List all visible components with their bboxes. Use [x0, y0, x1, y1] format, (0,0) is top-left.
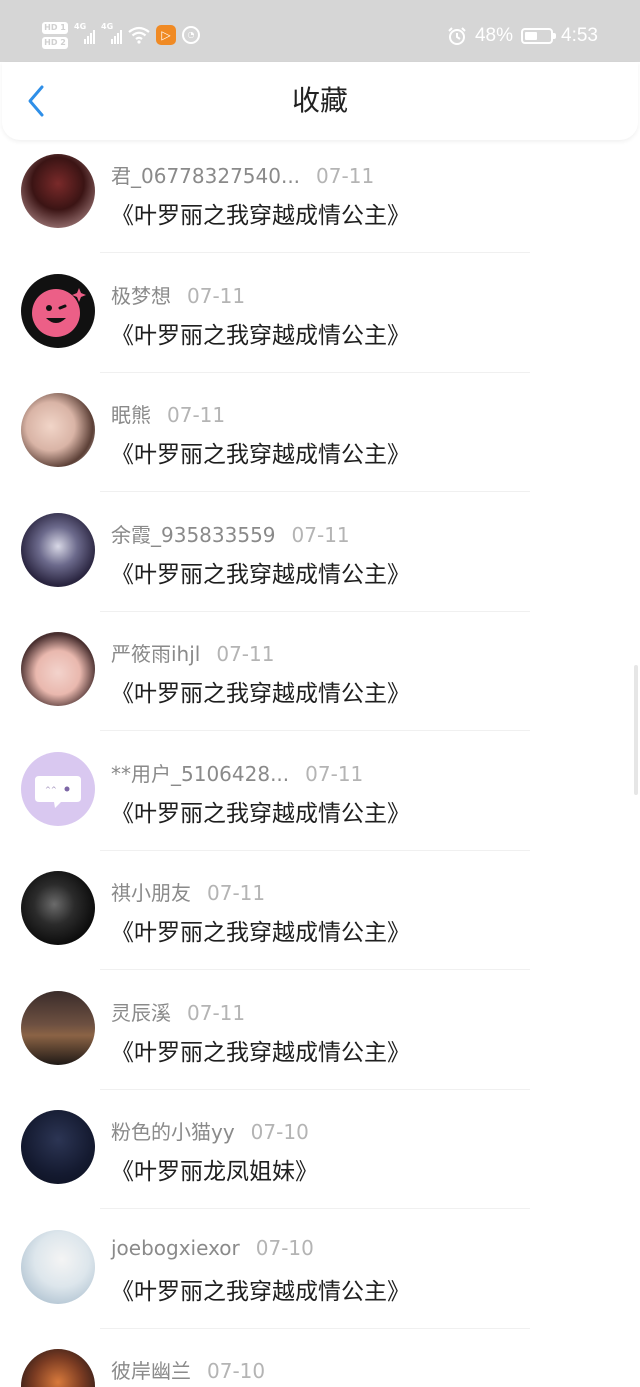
username[interactable]: 极梦想 — [111, 284, 171, 308]
status-left-icons: HD 1 HD 2 4G 4G ▷ ◔ — [42, 18, 200, 52]
date: 07-10 — [255, 1235, 314, 1260]
date: 07-11 — [187, 1000, 246, 1025]
list-item[interactable]: 极梦想 07-11 《叶罗丽之我穿越成情公主》 — [0, 260, 640, 380]
page-title: 收藏 — [291, 84, 348, 117]
book-title[interactable]: 《叶罗丽之我穿越成情公主》 — [111, 913, 410, 947]
divider — [100, 371, 530, 373]
avatar[interactable] — [21, 1229, 95, 1304]
avatar[interactable] — [21, 1349, 95, 1387]
username[interactable]: 君_06778327540... — [111, 164, 300, 188]
avatar[interactable] — [21, 512, 95, 587]
avatar[interactable] — [21, 1110, 95, 1184]
status-right: 48% 4:53 — [447, 22, 598, 50]
hd-indicators: HD 1 HD 2 — [42, 21, 68, 49]
book-title[interactable]: 《叶罗丽之我穿越成情公主》 — [111, 794, 410, 828]
date: 07-11 — [167, 403, 226, 427]
list-item[interactable]: 余霞_935833559 07-11 《叶罗丽之我穿越成情公主》 — [0, 499, 640, 619]
item-meta: 粉色的小猫yy 07-10 — [111, 1116, 309, 1145]
signal-icon: 4G — [74, 22, 95, 44]
book-title[interactable]: 《叶罗丽龙凤姐妹》 — [111, 1152, 318, 1186]
date: 07-11 — [216, 642, 275, 666]
date: 07-10 — [207, 1359, 266, 1383]
alarm-icon — [448, 27, 466, 45]
book-title[interactable]: 《叶罗丽之我穿越成情公主》 — [111, 555, 410, 589]
svg-text:^^: ^^ — [45, 786, 57, 794]
book-title[interactable]: 《叶罗丽之我穿越成情公主》 — [111, 316, 410, 350]
status-bar: HD 1 HD 2 4G 4G ▷ ◔ 48% 4:53 — [0, 0, 640, 62]
divider — [100, 1088, 530, 1090]
username[interactable]: 余霞_935833559 — [111, 523, 276, 547]
book-title[interactable]: 《叶罗丽之我穿越成情公主》 — [111, 1033, 410, 1067]
avatar[interactable]: ^^ — [21, 751, 95, 826]
app-notification-icon: ▷ — [156, 25, 176, 45]
username[interactable]: 粉色的小猫yy — [111, 1120, 235, 1144]
avatar[interactable] — [21, 871, 95, 945]
item-meta: 余霞_935833559 07-11 — [111, 519, 350, 548]
item-meta: joebogxiexor 07-10 — [111, 1236, 314, 1260]
item-meta: 祺小朋友 07-11 — [111, 877, 265, 906]
hd-icon: HD 2 — [42, 36, 68, 49]
book-title[interactable]: 《叶罗丽之我穿越成情公主》 — [111, 435, 410, 469]
avatar[interactable] — [21, 393, 95, 467]
avatar[interactable] — [21, 632, 95, 706]
username[interactable]: 彼岸幽兰 — [111, 1359, 191, 1383]
book-title[interactable]: 《叶罗丽之我穿越成情公主》 — [111, 1272, 410, 1306]
date: 07-11 — [291, 522, 350, 547]
item-meta: 眠熊 07-11 — [111, 399, 225, 428]
item-meta: 彼岸幽兰 07-10 — [111, 1355, 265, 1384]
divider — [100, 849, 530, 851]
wifi-icon — [128, 26, 150, 44]
list-item[interactable]: 彼岸幽兰 07-10 — [0, 1335, 640, 1387]
favorites-list[interactable]: 君_06778327540... 07-11 《叶罗丽之我穿越成情公主》 极梦想 0… — [0, 140, 640, 1387]
date: 07-11 — [316, 164, 375, 188]
list-item[interactable]: 君_06778327540... 07-11 《叶罗丽之我穿越成情公主》 — [0, 140, 640, 260]
list-item[interactable]: 眠熊 07-11 《叶罗丽之我穿越成情公主》 — [0, 379, 640, 499]
username[interactable]: 严筱雨ihjl — [111, 642, 200, 666]
item-meta: 严筱雨ihjl 07-11 — [111, 638, 274, 667]
divider — [100, 491, 530, 492]
item-meta: 极梦想 07-11 — [111, 280, 245, 309]
battery-percent: 48% — [474, 25, 514, 46]
username[interactable]: joebogxiexor — [111, 1236, 240, 1260]
username[interactable]: 灵辰溪 — [111, 1001, 171, 1025]
book-title[interactable]: 《叶罗丽之我穿越成情公主》 — [111, 674, 410, 708]
item-meta: 君_06778327540... 07-11 — [111, 160, 374, 189]
username[interactable]: **用户_5106428... — [111, 762, 289, 786]
date: 07-10 — [250, 1120, 309, 1144]
signal-icon: 4G — [101, 22, 122, 44]
divider — [100, 1327, 530, 1329]
date: 07-11 — [305, 761, 364, 786]
list-item[interactable]: ^^ **用户_5106428... 07-11 《叶罗丽之我穿越成情公主》 — [0, 738, 640, 858]
username[interactable]: 祺小朋友 — [111, 881, 191, 905]
assistant-icon: ◔ — [182, 26, 200, 44]
divider — [100, 1208, 530, 1209]
avatar[interactable] — [21, 990, 95, 1065]
item-meta: 灵辰溪 07-11 — [111, 997, 245, 1026]
book-title[interactable]: 《叶罗丽之我穿越成情公主》 — [111, 196, 410, 230]
date: 07-11 — [207, 881, 266, 905]
date: 07-11 — [187, 283, 246, 308]
divider — [100, 252, 530, 253]
battery-icon — [521, 28, 557, 44]
item-meta: **用户_5106428... 07-11 — [111, 758, 363, 787]
divider — [100, 610, 530, 612]
nav-bar: 收藏 — [2, 62, 638, 140]
username[interactable]: 眠熊 — [111, 403, 151, 427]
divider — [100, 969, 530, 970]
list-item[interactable]: 祺小朋友 07-11 《叶罗丽之我穿越成情公主》 — [0, 857, 640, 977]
list-item[interactable]: joebogxiexor 07-10 《叶罗丽之我穿越成情公主》 — [0, 1216, 640, 1336]
divider — [100, 730, 530, 731]
avatar[interactable] — [21, 154, 95, 228]
scrollbar[interactable] — [634, 665, 638, 795]
clock: 4:53 — [561, 25, 598, 46]
chat-bubble-icon: ^^ — [35, 775, 81, 808]
list-item[interactable]: 严筱雨ihjl 07-11 《叶罗丽之我穿越成情公主》 — [0, 618, 640, 738]
hd-icon: HD 1 — [42, 21, 68, 34]
list-item[interactable]: 灵辰溪 07-11 《叶罗丽之我穿越成情公主》 — [0, 977, 640, 1097]
list-item[interactable]: 粉色的小猫yy 07-10 《叶罗丽龙凤姐妹》 — [0, 1096, 640, 1216]
smiley-face-icon — [32, 287, 86, 337]
avatar[interactable] — [21, 273, 95, 348]
